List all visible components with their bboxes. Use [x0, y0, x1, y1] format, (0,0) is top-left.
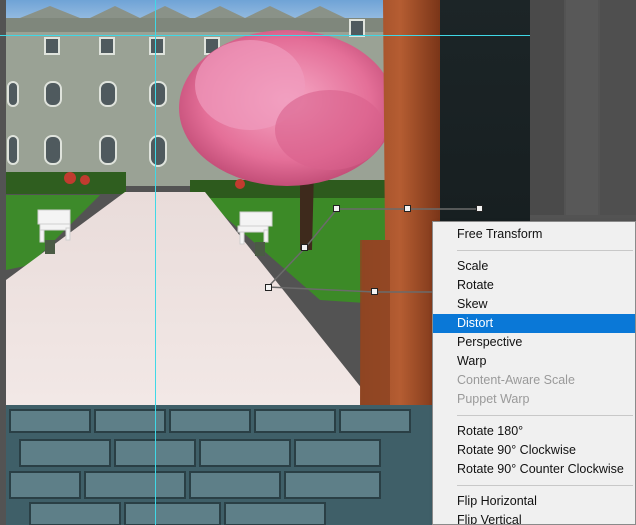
menu-item-rotate[interactable]: Rotate — [433, 276, 635, 295]
transform-handle-icon[interactable] — [404, 205, 411, 212]
transform-handle-icon[interactable] — [333, 205, 340, 212]
menu-item-perspective[interactable]: Perspective — [433, 333, 635, 352]
horizontal-guide-line[interactable] — [0, 35, 530, 36]
transform-handle-icon[interactable] — [265, 284, 272, 291]
menu-item-scale[interactable]: Scale — [433, 257, 635, 276]
menu-item-flip-vertical[interactable]: Flip Vertical — [433, 511, 635, 524]
menu-separator — [457, 250, 633, 251]
menu-item-rotate-90-counter-clockwise[interactable]: Rotate 90° Counter Clockwise — [433, 460, 635, 479]
menu-item-skew[interactable]: Skew — [433, 295, 635, 314]
menu-separator — [457, 415, 633, 416]
menu-separator — [457, 485, 633, 486]
menu-item-content-aware-scale: Content-Aware Scale — [457, 373, 575, 387]
menu-item-flip-horizontal[interactable]: Flip Horizontal — [433, 492, 635, 511]
menu-item-rotate-90-clockwise[interactable]: Rotate 90° Clockwise — [433, 441, 635, 460]
transform-handle-icon[interactable] — [476, 205, 483, 212]
transform-context-menu: Free Transform Scale Rotate Skew Distort Pers… — [432, 221, 636, 525]
workspace-panel — [530, 0, 636, 215]
menu-item-warp[interactable]: Warp — [433, 352, 635, 371]
vertical-guide-line[interactable] — [155, 0, 156, 525]
transform-handle-icon[interactable] — [301, 244, 308, 251]
transform-handle-icon[interactable] — [371, 288, 378, 295]
menu-item-puppet-warp: Puppet Warp — [457, 392, 530, 406]
menu-item-rotate-180[interactable]: Rotate 180° — [433, 422, 635, 441]
menu-item-free-transform[interactable]: Free Transform — [433, 225, 635, 244]
menu-item-distort[interactable]: Distort — [433, 314, 635, 333]
